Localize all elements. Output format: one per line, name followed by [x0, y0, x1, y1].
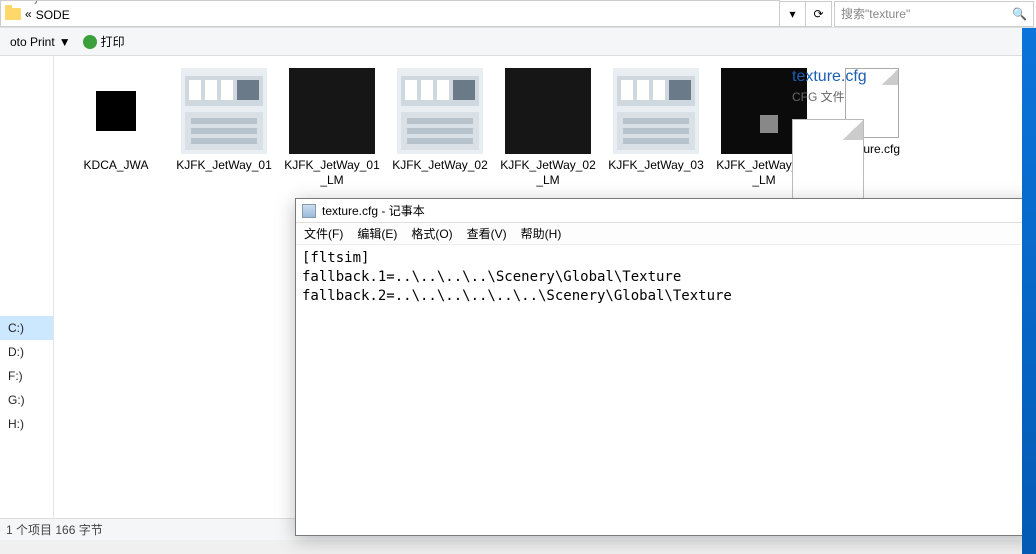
- file-item[interactable]: KJFK_JetWay_01_LM: [278, 68, 386, 188]
- sidebar-drive[interactable]: C:): [0, 316, 53, 340]
- chevron-right-icon: ›: [32, 22, 40, 27]
- status-text: 1 个项目 166 字节: [6, 521, 103, 538]
- sidebar-drive[interactable]: G:): [0, 388, 53, 412]
- notepad-menu-item[interactable]: 文件(F): [304, 225, 343, 242]
- notepad-menu-item[interactable]: 格式(O): [411, 225, 452, 242]
- sidebar-drive[interactable]: D:): [0, 340, 53, 364]
- file-label: KJFK_JetWay_02_LM: [498, 158, 598, 188]
- path-dropdown-button[interactable]: ▾: [780, 1, 806, 27]
- desktop-edge: [1022, 28, 1036, 554]
- address-bar: « 本地磁盘 (C:)›ProgramData›12bPilot›SODE›Si…: [0, 0, 1036, 28]
- search-placeholder: 搜索"texture": [841, 5, 910, 22]
- breadcrumb[interactable]: « 本地磁盘 (C:)›ProgramData›12bPilot›SODE›Si…: [0, 0, 780, 27]
- photo-print-button[interactable]: oto Print ▼: [4, 35, 77, 49]
- file-item[interactable]: KDCA_JWA: [62, 68, 170, 188]
- folder-icon: [5, 8, 21, 20]
- search-input[interactable]: 搜索"texture" 🔍: [834, 1, 1034, 27]
- file-thumbnail: [181, 68, 267, 154]
- search-icon: 🔍: [1012, 7, 1027, 21]
- file-thumbnail: [613, 68, 699, 154]
- file-item[interactable]: KJFK_JetWay_03: [602, 68, 710, 188]
- notepad-menu-item[interactable]: 查看(V): [467, 225, 507, 242]
- notepad-menubar: 文件(F) 编辑(E) 格式(O) 查看(V) 帮助(H): [296, 223, 1035, 245]
- file-thumbnail: [505, 68, 591, 154]
- print-icon: [83, 35, 97, 49]
- sidebar: C:)D:)F:)G:)H:): [0, 56, 54, 522]
- breadcrumb-segment[interactable]: SODE: [32, 8, 171, 22]
- sidebar-drive[interactable]: F:): [0, 364, 53, 388]
- file-label: KJFK_JetWay_02: [392, 158, 488, 173]
- notepad-icon: [302, 204, 316, 218]
- preview-filename: texture.cfg: [792, 68, 1024, 86]
- chevron-right-icon: ›: [32, 0, 40, 8]
- print-button[interactable]: 打印: [77, 33, 131, 50]
- file-item[interactable]: KJFK_JetWay_01: [170, 68, 278, 188]
- command-bar: oto Print ▼ 打印: [0, 28, 1036, 56]
- chevron-down-icon: ▼: [59, 35, 71, 49]
- file-label: KJFK_JetWay_01: [176, 158, 272, 173]
- file-item[interactable]: KJFK_JetWay_02: [386, 68, 494, 188]
- notepad-title: texture.cfg - 记事本: [322, 202, 425, 219]
- file-label: KJFK_JetWay_03: [608, 158, 704, 173]
- sidebar-drive[interactable]: H:): [0, 412, 53, 436]
- notepad-menu-item[interactable]: 帮助(H): [521, 225, 562, 242]
- notepad-textarea[interactable]: [fltsim] fallback.1=..\..\..\..\Scenery\…: [296, 245, 1035, 310]
- file-thumbnail: [397, 68, 483, 154]
- notepad-window[interactable]: texture.cfg - 记事本 文件(F) 编辑(E) 格式(O) 查看(V) 帮助…: [295, 198, 1036, 536]
- refresh-button[interactable]: ⟳: [806, 1, 832, 27]
- notepad-menu-item[interactable]: 编辑(E): [357, 225, 397, 242]
- file-label: KJFK_JetWay_01_LM: [282, 158, 382, 188]
- notepad-titlebar[interactable]: texture.cfg - 记事本: [296, 199, 1035, 223]
- file-label: KDCA_JWA: [84, 158, 149, 173]
- preview-filetype: CFG 文件: [792, 88, 1024, 105]
- breadcrumb-prefix: «: [25, 7, 32, 21]
- file-item[interactable]: KJFK_JetWay_02_LM: [494, 68, 602, 188]
- file-thumbnail: [289, 68, 375, 154]
- file-thumbnail: [73, 68, 159, 154]
